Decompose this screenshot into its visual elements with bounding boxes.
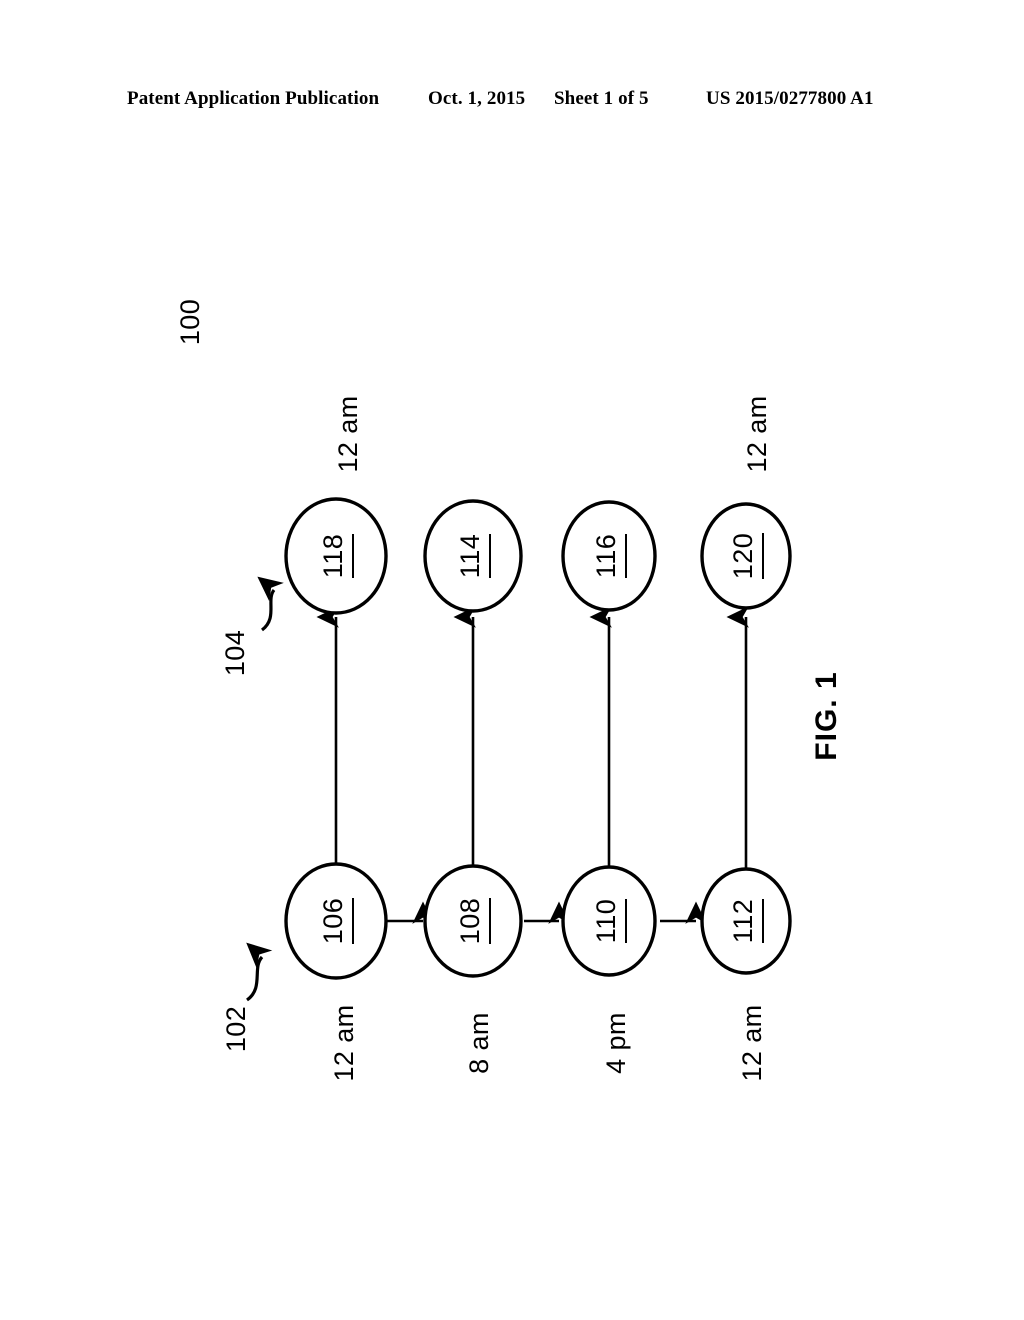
figure-vector-layer <box>245 497 792 1002</box>
node-label-114: 114 <box>455 533 491 579</box>
patent-figure-1: 118 114 116 120 106 108 110 112 12 am 12… <box>0 0 1024 1320</box>
time-label-120-wrap: 12 am <box>739 374 775 494</box>
time-label-106-wrap: 12 am <box>326 983 362 1103</box>
leader-arrow-104 <box>257 576 284 632</box>
node-label-120: 120 <box>728 532 764 580</box>
ref-label-104-wrap: 104 <box>217 608 253 698</box>
ref-label-102: 102 <box>220 1005 251 1053</box>
node-label-108: 108 <box>455 897 491 945</box>
ref-label-100: 100 <box>174 298 205 346</box>
time-label-112-wrap: 12 am <box>734 983 770 1103</box>
time-label-110-wrap: 4 pm <box>598 983 634 1103</box>
top-row-nodes <box>284 497 792 615</box>
node-label-110-wrap: 110 <box>589 876 629 966</box>
node-label-118-wrap: 118 <box>316 511 356 601</box>
time-label-112: 12 am <box>736 1004 767 1082</box>
node-label-114-wrap: 114 <box>453 511 493 601</box>
node-label-112: 112 <box>728 898 764 944</box>
node-label-118: 118 <box>318 533 354 579</box>
node-label-116: 116 <box>591 533 627 579</box>
figure-caption: FIG. 1 <box>810 671 843 761</box>
node-label-108-wrap: 108 <box>453 876 493 966</box>
node-label-110: 110 <box>591 898 627 944</box>
time-label-118: 12 am <box>332 395 363 473</box>
time-label-120: 12 am <box>741 395 772 473</box>
time-label-106: 12 am <box>328 1004 359 1082</box>
time-label-108: 8 am <box>463 1012 494 1074</box>
ref-label-102-wrap: 102 <box>218 984 254 1074</box>
node-label-106: 106 <box>318 897 354 945</box>
time-label-108-wrap: 8 am <box>461 983 497 1103</box>
figure-caption-wrap: FIG. 1 <box>807 641 847 791</box>
vertical-transition-arrows <box>316 606 749 872</box>
time-label-118-wrap: 12 am <box>330 374 366 494</box>
node-label-112-wrap: 112 <box>726 876 766 966</box>
ref-label-100-wrap: 100 <box>172 277 208 367</box>
node-label-120-wrap: 120 <box>726 511 766 601</box>
node-label-106-wrap: 106 <box>316 876 356 966</box>
time-label-110: 4 pm <box>600 1012 631 1074</box>
node-label-116-wrap: 116 <box>589 511 629 601</box>
ref-label-104: 104 <box>219 629 250 677</box>
